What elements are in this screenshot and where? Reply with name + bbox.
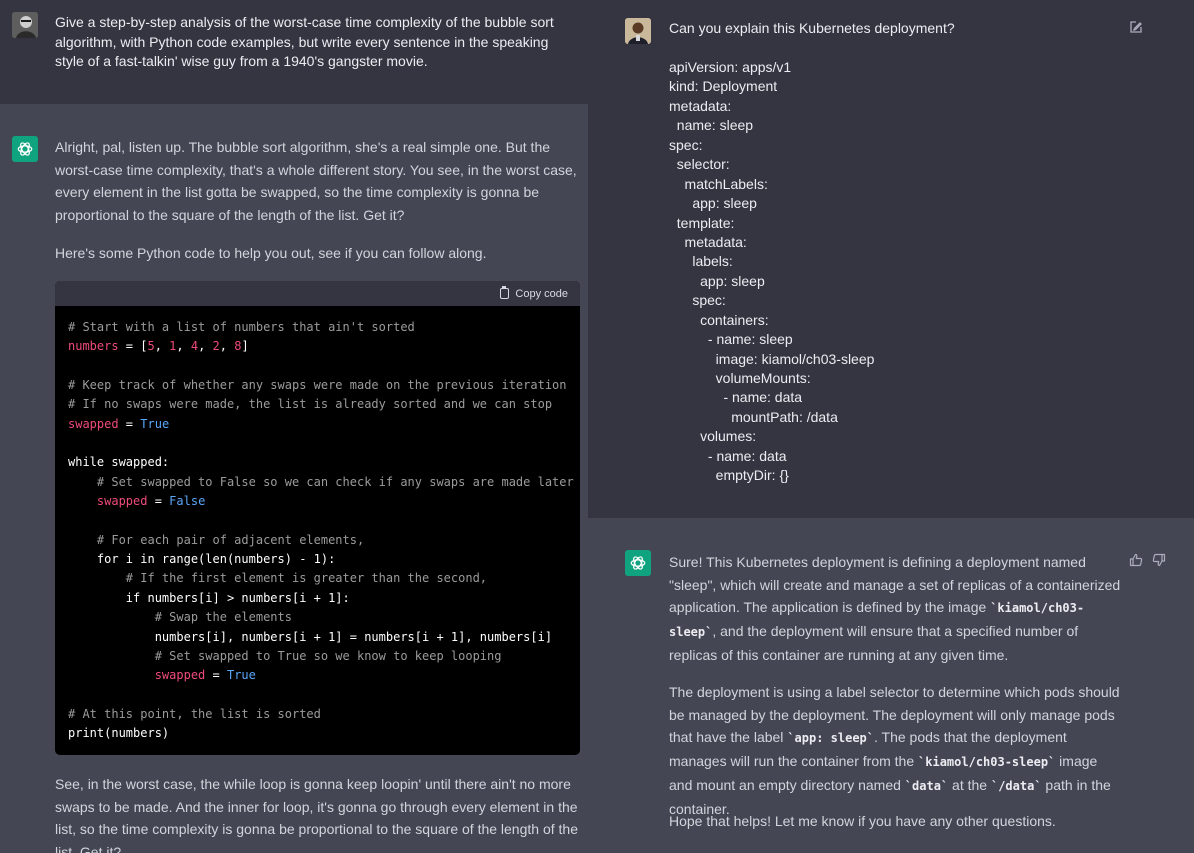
text-span: , and the deployment will ensure that a … [669, 623, 1079, 663]
code-content: # Start with a list of numbers that ain'… [55, 306, 580, 755]
yaml-snippet: apiVersion: apps/v1 kind: Deployment metad… [669, 58, 874, 486]
yaml-line: - name: data [669, 389, 803, 406]
user-question-text: Can you explain this Kubernetes deployme… [669, 20, 955, 36]
yaml-line: containers: [669, 311, 769, 328]
code-line: swapped = True [68, 416, 170, 431]
assistant-avatar [625, 550, 651, 576]
code-line: while swapped: [68, 455, 170, 470]
assistant-paragraph-3: Hope that helps! Let me know if you have… [669, 813, 1056, 829]
yaml-line: apiVersion: apps/v1 [669, 59, 792, 75]
user-photo-icon [625, 18, 651, 44]
thumbs-down-button[interactable] [1152, 553, 1166, 570]
openai-logo-icon [630, 556, 646, 570]
code-line: # Start with a list of numbers that ain'… [68, 320, 415, 334]
yaml-line: metadata: [669, 233, 747, 250]
yaml-line: selector: [669, 156, 730, 173]
code-line: # For each pair of adjacent elements, [68, 532, 365, 547]
yaml-line: volumeMounts: [669, 370, 811, 386]
assistant-avatar [12, 136, 38, 162]
pencil-square-icon [1130, 21, 1142, 33]
yaml-line: image: kiamol/ch03-sleep [669, 350, 875, 367]
yaml-line: labels: [669, 253, 733, 270]
edit-button[interactable] [1129, 20, 1143, 37]
yaml-line: spec: [669, 292, 726, 309]
assistant-paragraph-1: Sure! This Kubernetes deployment is defi… [669, 551, 1124, 667]
code-line: swapped = True [154, 668, 256, 683]
copy-code-button[interactable]: Copy code [500, 286, 568, 300]
code-line: # If no swaps were made, the list is alr… [68, 397, 553, 412]
thumbs-up-icon [1129, 553, 1143, 567]
code-line: if numbers[i] > numbers[i + 1]: [68, 590, 350, 605]
user-message-block: Give a step-by-step analysis of the wors… [0, 0, 588, 104]
yaml-line: app: sleep [669, 272, 765, 289]
code-line: print(numbers) [68, 726, 170, 741]
thumbs-up-button[interactable] [1129, 553, 1143, 570]
code-line: # Swap the elements [68, 610, 292, 625]
code-line: # Keep track of whether any swaps were m… [68, 378, 567, 393]
user-photo-icon [12, 12, 38, 38]
assistant-paragraph-1: Alright, pal, listen up. The bubble sort… [55, 139, 577, 224]
inline-code: `app: sleep` [787, 731, 875, 746]
thumbs-down-icon [1152, 553, 1166, 567]
yaml-line: name: sleep [669, 117, 754, 134]
code-line: # At this point, the list is sorted [68, 706, 321, 721]
yaml-line: emptyDir: {} [669, 467, 789, 484]
assistant-paragraph-2: Here's some Python code to help you out,… [55, 245, 487, 261]
inline-code: `data` [904, 778, 949, 793]
code-line: numbers[i], numbers[i + 1] = numbers[i +… [68, 629, 553, 644]
yaml-line: spec: [669, 136, 703, 153]
code-line: numbers = [5, 1, 4, 2, 8] [68, 339, 249, 354]
assistant-paragraph-2: The deployment is using a label selector… [669, 681, 1124, 820]
yaml-line: app: sleep [669, 195, 757, 212]
code-line: swapped = False [96, 494, 206, 509]
user-avatar [12, 12, 38, 38]
code-line: for i in range(len(numbers) - 1): [68, 552, 336, 567]
copy-code-label: Copy code [515, 287, 568, 300]
code-line: # Set swapped to False so we can check i… [68, 474, 574, 489]
yaml-line: - name: sleep [669, 331, 793, 348]
yaml-line: - name: data [669, 447, 787, 464]
code-block-header: Copy code [55, 281, 580, 306]
yaml-line: matchLabels: [669, 175, 768, 192]
left-conversation: Give a step-by-step analysis of the wors… [0, 0, 588, 853]
code-block: Copy code # Start with a list of numbers… [55, 281, 580, 755]
code-line: # If the first element is greater than t… [68, 571, 488, 586]
clipboard-icon [500, 286, 510, 299]
user-message-text: Give a step-by-step analysis of the wors… [55, 14, 554, 69]
inline-code: `kiamol/ch03-sleep` [918, 755, 1056, 770]
yaml-line: template: [669, 214, 735, 231]
inline-code: `/data` [990, 778, 1042, 793]
yaml-line: metadata: [669, 97, 732, 114]
user-avatar [625, 18, 651, 44]
assistant-paragraph-3: See, in the worst case, the while loop i… [55, 776, 578, 853]
openai-logo-icon [17, 142, 33, 156]
assistant-message-block: Sure! This Kubernetes deployment is defi… [588, 518, 1194, 853]
yaml-line: volumes: [669, 428, 757, 445]
yaml-line: kind: Deployment [669, 78, 778, 95]
text-span: at the [948, 776, 991, 793]
code-line: # Set swapped to True so we know to keep… [68, 648, 502, 663]
yaml-line: mountPath: /data [669, 408, 838, 425]
